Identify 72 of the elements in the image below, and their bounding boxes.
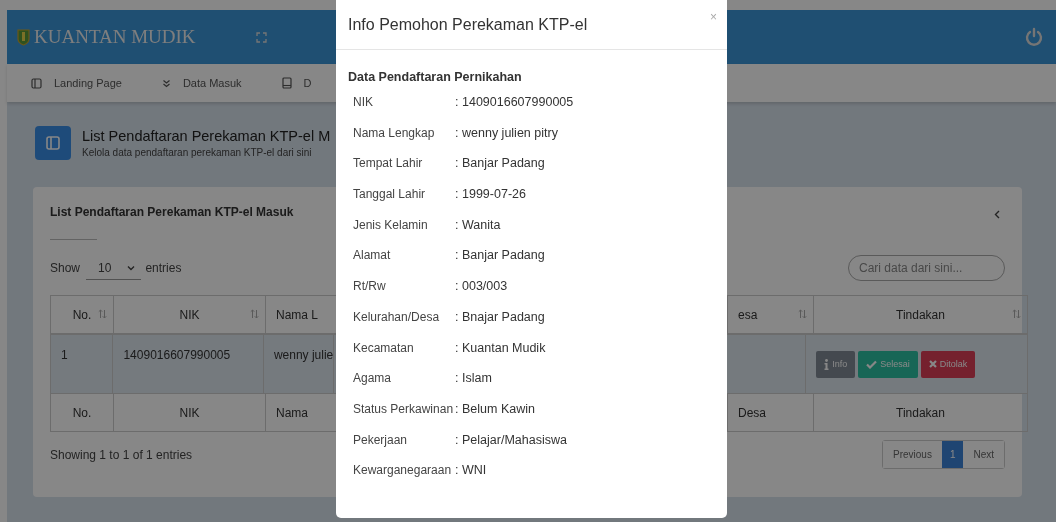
field-value: : Islam [455, 371, 492, 386]
entries-label: entries [145, 261, 182, 275]
modal-title: Info Pemohon Perekaman KTP-el [348, 15, 588, 34]
caret-icon [127, 264, 136, 271]
entries-info: Showing 1 to 1 of 1 entries [50, 447, 193, 462]
field-value: : Kuantan Mudik [455, 340, 546, 355]
field-value: : 1409016607990005 [455, 95, 574, 109]
card-title: List Pendaftaran Perekaman KTP-el Masuk [50, 205, 294, 219]
close-button[interactable]: × [710, 10, 717, 24]
brand-name: KUANTAN MUDIK [34, 26, 196, 48]
field-label: Agama [353, 371, 392, 386]
field-label: Kecamatan [353, 340, 414, 355]
field-label: Pekerjaan [353, 432, 408, 447]
column-footer: Tindakan [896, 405, 945, 420]
field-value: : wenny julien pitry [455, 125, 558, 140]
sidebar-layout-icon [31, 77, 42, 89]
check-icon [866, 359, 878, 369]
column-header[interactable]: Tindakan [896, 307, 945, 322]
table-cell: 1 [61, 348, 68, 362]
column-footer: No. [72, 405, 92, 420]
crest-logo-icon [17, 28, 30, 46]
page-size-select[interactable]: 10 [86, 256, 142, 280]
column-header[interactable]: NIK [179, 307, 200, 322]
field-value: : 003/003 [455, 279, 508, 294]
page-subtitle: Kelola data pendaftaran perekaman KTP-el dari sini [82, 147, 313, 158]
column-footer: Nama [276, 405, 308, 420]
power-icon[interactable] [1024, 27, 1044, 47]
pagination-button[interactable]: 1 [941, 441, 964, 468]
sort-icon [98, 309, 107, 319]
field-label: Status Perkawinan [353, 401, 454, 416]
info-icon [824, 358, 830, 370]
field-value: : WNI [455, 463, 487, 478]
field-label: Tanggal Lahir [353, 187, 426, 202]
field-value: : Bnajar Padang [455, 309, 545, 324]
nav-link[interactable]: Data Masuk [182, 77, 242, 89]
field-label: NIK [353, 95, 373, 109]
field-value: : Wanita [455, 217, 501, 232]
field-value: : Banjar Padang [455, 156, 545, 171]
reject-button[interactable]: Ditolak [920, 350, 976, 378]
double-chevron-icon [161, 78, 171, 88]
column-footer: NIK [179, 405, 200, 420]
field-label: Tempat Lahir [353, 156, 423, 171]
nav-link[interactable]: Landing Page [54, 77, 122, 89]
field-label: Kelurahan/Desa [353, 309, 440, 324]
column-footer: Desa [738, 405, 766, 420]
field-label: Kewarganegaraan [353, 463, 452, 478]
field-label: Jenis Kelamin [353, 217, 428, 232]
table-cell: 1409016607990005 [123, 348, 231, 362]
book-icon [281, 77, 292, 89]
page-title: List Pendaftaran Perekaman KTP-el M [82, 128, 331, 144]
sort-icon [250, 309, 259, 319]
column-header[interactable]: Nama L [276, 307, 319, 322]
column-header[interactable]: esa [738, 307, 758, 322]
field-label: Alamat [353, 248, 391, 263]
fullscreen-icon[interactable] [255, 31, 267, 43]
field-value: : Pelajar/Mahasiswa [455, 432, 567, 447]
section-heading: Data Pendaftaran Pernikahan [348, 70, 523, 84]
field-label: Rt/Rw [353, 279, 386, 294]
page-icon-badge [35, 126, 71, 160]
search-field[interactable]: Cari data dari sini... [848, 255, 1005, 281]
field-value: : 1999-07-26 [455, 187, 526, 202]
sort-icon [1012, 309, 1021, 319]
column-header[interactable]: No. [72, 307, 92, 322]
sort-icon [798, 309, 807, 319]
show-label: Show [50, 261, 81, 275]
field-label: Nama Lengkap [353, 125, 435, 140]
table-cell: wenny julie [273, 348, 334, 362]
field-value: : Banjar Padang [455, 248, 545, 263]
chevron-left-icon[interactable] [994, 210, 1000, 219]
nav-link[interactable]: D [303, 77, 312, 89]
field-value: : Belum Kawin [455, 401, 535, 416]
close-icon [928, 360, 937, 368]
